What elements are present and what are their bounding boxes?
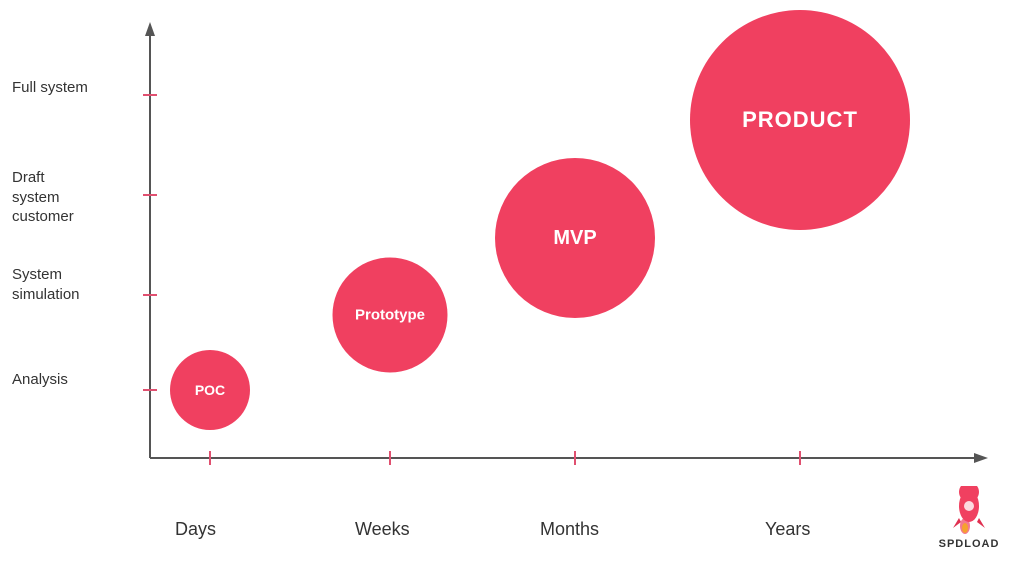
x-label-months: Months [540, 519, 599, 540]
logo-text: SPDLOAD [939, 538, 1000, 550]
chart-container: Full system Draftsystemcustomer Systemsi… [0, 0, 1024, 568]
y-label-system-simulation: Systemsimulation [12, 265, 80, 304]
spdload-logo: SPDLOAD [934, 488, 1004, 548]
x-label-days: Days [175, 519, 216, 540]
y-label-analysis: Analysis [12, 370, 68, 390]
x-label-weeks: Weeks [355, 519, 410, 540]
bubble-mvp: MVP [495, 158, 655, 318]
y-label-full-system: Full system [12, 78, 88, 98]
bubble-product: PRODUCT [690, 10, 910, 230]
rocket-icon [945, 486, 993, 534]
y-label-draft-system: Draftsystemcustomer [12, 168, 74, 227]
bubble-prototype: Prototype [333, 258, 448, 373]
bubble-poc: POC [170, 350, 250, 430]
x-label-years: Years [765, 519, 810, 540]
